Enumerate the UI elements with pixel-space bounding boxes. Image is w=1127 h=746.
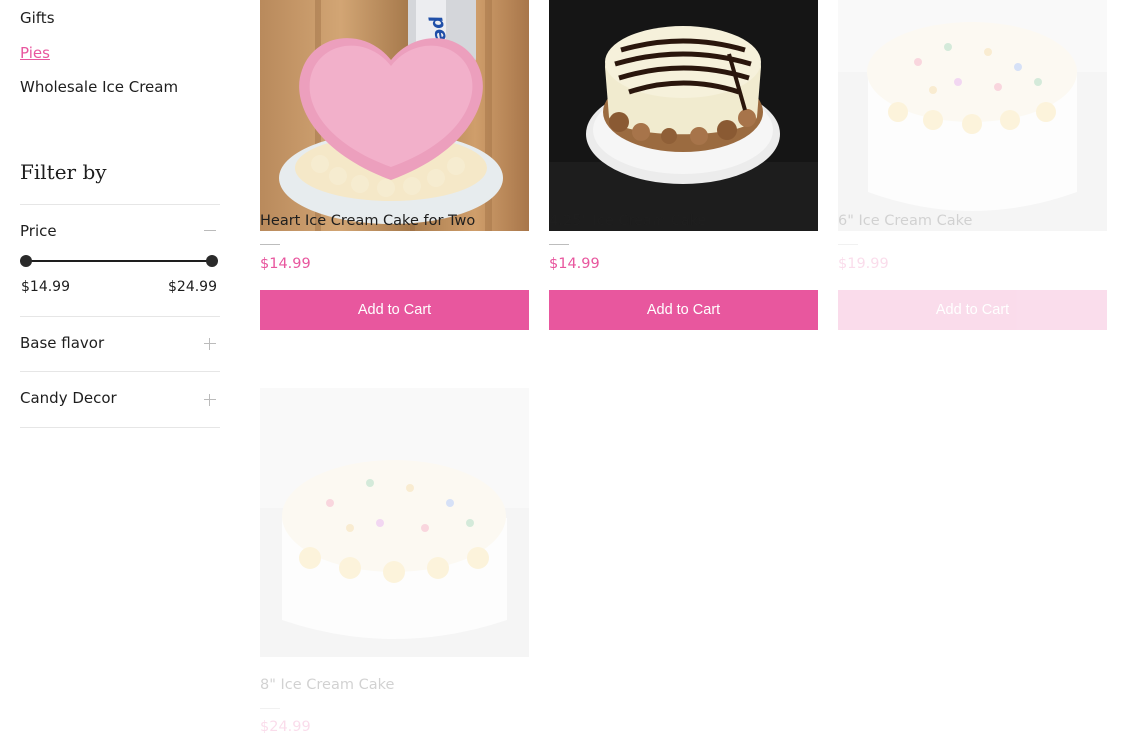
product-name[interactable]: 8" Ice Cream Cake — [260, 677, 394, 693]
category-link-gifts[interactable]: Gifts — [20, 9, 55, 27]
category-link-wholesale-ice-cream[interactable]: Wholesale Ice Cream — [20, 78, 178, 96]
product-card: 8" Ice Cream Cake $24.99 — [260, 388, 529, 735]
product-price: $19.99 — [838, 256, 889, 272]
product-price: $24.99 — [260, 719, 311, 735]
add-to-cart-button[interactable]: Add to Cart — [838, 290, 1107, 330]
add-to-cart-button[interactable]: Add to Cart — [549, 290, 818, 330]
product-name[interactable]: Heart Ice Cream Cake for Two — [260, 213, 475, 229]
separator — [549, 244, 569, 245]
sprinkle-cake-photo — [838, 0, 1107, 231]
divider — [20, 316, 220, 317]
product-name[interactable]: 4.25" Ice Cream Cake — [549, 213, 706, 229]
divider — [20, 427, 220, 428]
collapse-icon[interactable] — [204, 225, 216, 237]
product-card: 6" Ice Cream Cake $19.99 Add to Cart — [838, 0, 1107, 330]
add-to-cart-button[interactable]: Add to Cart — [260, 290, 529, 330]
price-max-value: $24.99 — [168, 279, 217, 295]
separator — [260, 708, 280, 709]
base-flavor-filter-label[interactable]: Base flavor — [20, 334, 104, 352]
price-slider-track[interactable] — [26, 260, 212, 262]
expand-icon[interactable] — [204, 394, 216, 406]
product-image-6-inch-cake[interactable] — [838, 0, 1107, 231]
product-card: pepsi Heart Ice Cream Cake for Two $14.9… — [260, 0, 529, 330]
expand-icon[interactable] — [204, 338, 216, 350]
filter-title: Filter by — [20, 160, 107, 184]
price-filter-label[interactable]: Price — [20, 222, 57, 240]
category-link-pies[interactable]: Pies — [20, 44, 50, 62]
product-name[interactable]: 6" Ice Cream Cake — [838, 213, 972, 229]
separator — [260, 244, 280, 245]
product-image-425-cake[interactable] — [549, 0, 818, 231]
separator — [838, 244, 858, 245]
price-min-value: $14.99 — [21, 279, 70, 295]
product-price: $14.99 — [549, 256, 600, 272]
product-card: 4.25" Ice Cream Cake $14.99 Add to Cart — [549, 0, 818, 330]
price-slider-min-handle[interactable] — [20, 255, 32, 267]
product-image-heart-cake[interactable]: pepsi — [260, 0, 529, 231]
heart-cake-photo: pepsi — [260, 0, 529, 231]
ice-cream-cake-photo — [549, 0, 818, 231]
divider — [20, 371, 220, 372]
divider — [20, 204, 220, 205]
product-price: $14.99 — [260, 256, 311, 272]
sprinkle-cake-photo — [260, 388, 529, 657]
price-slider-max-handle[interactable] — [206, 255, 218, 267]
product-image-8-inch-cake[interactable] — [260, 388, 529, 657]
candy-decor-filter-label[interactable]: Candy Decor — [20, 389, 117, 407]
